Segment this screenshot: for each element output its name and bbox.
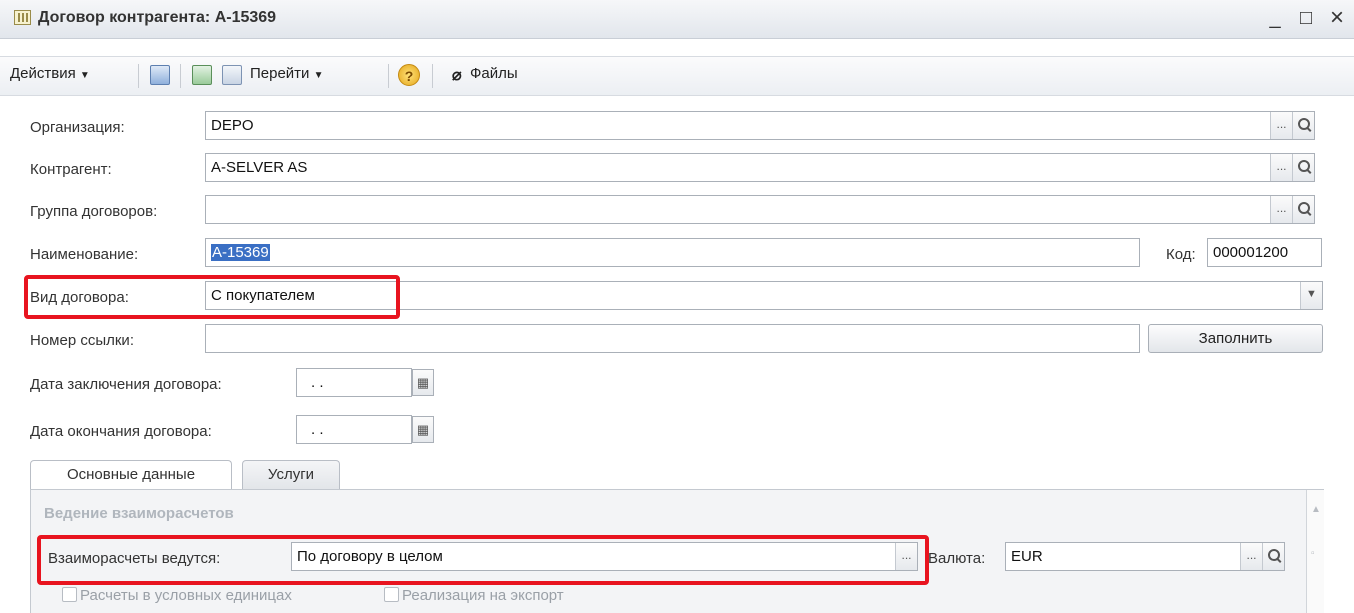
dropdown-arrow-icon[interactable]: ▼ [1300, 282, 1322, 309]
toolbar: Действия ▼ Перейти ▼ ? ⌀ Файлы [0, 56, 1354, 96]
conditional-units-checkbox[interactable] [62, 587, 77, 602]
document-icon [14, 10, 31, 25]
fill-button[interactable]: Заполнить [1148, 324, 1323, 353]
code-field[interactable]: 000001200 [1207, 238, 1322, 267]
counterparty-value: A-SELVER AS [211, 159, 308, 176]
vertical-scrollbar[interactable]: ▲ ▫ [1306, 490, 1324, 613]
refresh-icon[interactable] [192, 65, 212, 85]
code-value: 000001200 [1213, 244, 1289, 261]
scroll-up-icon[interactable]: ▲ [1311, 504, 1321, 515]
date-end-field[interactable]: . . [296, 415, 412, 444]
contract-group-field[interactable]: ... [205, 195, 1315, 224]
maximize-button[interactable]: □ [1293, 5, 1319, 31]
select-button[interactable]: ... [1240, 543, 1262, 570]
tab-services[interactable]: Услуги [242, 460, 340, 490]
reference-number-label: Номер ссылки: [30, 332, 134, 349]
organization-field[interactable]: DEPO ... [205, 111, 1315, 140]
files-button[interactable]: Файлы [470, 65, 518, 82]
calendar-icon[interactable]: ▦ [412, 416, 434, 443]
name-field[interactable]: А-15369 [205, 238, 1140, 267]
select-button[interactable]: ... [1270, 196, 1292, 223]
goto-label: Перейти [250, 65, 310, 82]
date-signed-value: . . [311, 374, 324, 391]
search-icon[interactable] [1292, 196, 1314, 223]
contract-group-label: Группа договоров: [30, 203, 158, 220]
chevron-down-icon: ▼ [313, 70, 324, 81]
name-value: А-15369 [211, 244, 270, 261]
paperclip-icon: ⌀ [452, 67, 462, 84]
goto-menu[interactable]: Перейти ▼ [250, 65, 324, 82]
reference-number-field[interactable] [205, 324, 1140, 353]
window-title: Договор контрагента: А-15369 [38, 9, 277, 26]
organization-label: Организация: [30, 119, 125, 136]
date-end-value: . . [311, 421, 324, 438]
code-label: Код: [1166, 246, 1196, 263]
tab-main-data[interactable]: Основные данные [30, 460, 232, 491]
select-button[interactable]: ... [1270, 112, 1292, 139]
export-label: Реализация на экспорт [402, 587, 564, 604]
date-signed-field[interactable]: . . [296, 368, 412, 397]
name-label: Наименование: [30, 246, 139, 263]
help-icon[interactable]: ? [398, 64, 420, 86]
calendar-icon[interactable]: ▦ [412, 369, 434, 396]
counterparty-label: Контрагент: [30, 161, 112, 178]
scroll-thumb[interactable]: ▫ [1311, 548, 1315, 559]
actions-label: Действия [10, 65, 76, 82]
highlight-contract-type [24, 275, 400, 319]
title-bar: Договор контрагента: А-15369 _ □ × [0, 0, 1354, 39]
close-button[interactable]: × [1324, 5, 1350, 31]
export-checkbox[interactable] [384, 587, 399, 602]
copy-icon[interactable] [222, 65, 242, 85]
search-icon[interactable] [1292, 112, 1314, 139]
minimize-button[interactable]: _ [1262, 5, 1288, 31]
search-icon[interactable] [1292, 154, 1314, 181]
currency-value: EUR [1011, 548, 1043, 565]
section-title: Ведение взаиморасчетов [44, 505, 234, 522]
currency-field[interactable]: EUR ... [1005, 542, 1285, 571]
date-signed-label: Дата заключения договора: [30, 376, 222, 393]
organization-value: DEPO [211, 117, 254, 134]
save-icon[interactable] [150, 65, 170, 85]
date-end-label: Дата окончания договора: [30, 423, 212, 440]
chevron-down-icon: ▼ [79, 70, 90, 81]
search-icon[interactable] [1262, 543, 1284, 570]
conditional-units-label: Расчеты в условных единицах [80, 587, 292, 604]
highlight-settlements [37, 535, 929, 585]
currency-label: Валюта: [928, 550, 986, 567]
select-button[interactable]: ... [1270, 154, 1292, 181]
counterparty-field[interactable]: A-SELVER AS ... [205, 153, 1315, 182]
actions-menu[interactable]: Действия ▼ [10, 65, 90, 82]
